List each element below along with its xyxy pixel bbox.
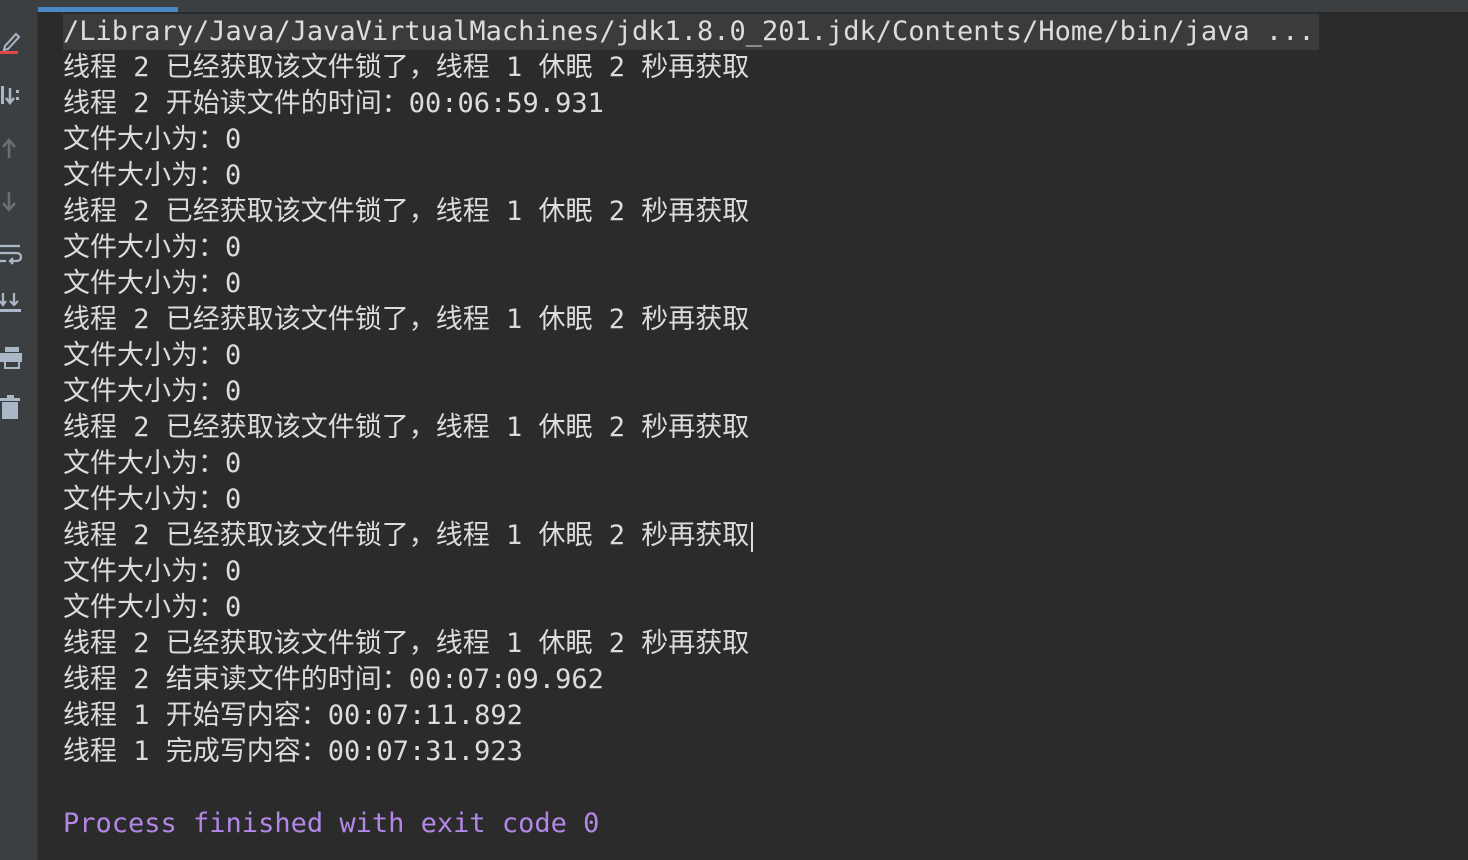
console-line: 文件大小为：0: [63, 340, 242, 371]
console-line: 线程 2 开始读文件的时间：00:06:59.931: [63, 88, 604, 119]
console-line: 线程 2 已经获取该文件锁了，线程 1 休眠 2 秒再获取: [63, 412, 750, 443]
console-line: 文件大小为：0: [63, 160, 242, 191]
console-line: 文件大小为：0: [63, 448, 242, 479]
console-line: 文件大小为：0: [63, 124, 242, 155]
console-line: 线程 2 已经获取该文件锁了，线程 1 休眠 2 秒再获取: [63, 304, 750, 335]
run-console-window: /Library/Java/JavaVirtualMachines/jdk1.8…: [0, 0, 1468, 860]
trash-icon[interactable]: [0, 394, 22, 420]
console-line: 线程 2 已经获取该文件锁了，线程 1 休眠 2 秒再获取: [63, 628, 750, 659]
console-line: 线程 2 已经获取该文件锁了，线程 1 休眠 2 秒再获取: [63, 196, 750, 227]
print-icon[interactable]: [0, 344, 22, 370]
console-line: 文件大小为：0: [63, 484, 242, 515]
console-line: 文件大小为：0: [63, 592, 242, 623]
tool-window-header: [0, 0, 1468, 12]
edit-icon[interactable]: [0, 28, 22, 54]
console-line: 线程 1 开始写内容：00:07:11.892: [63, 700, 523, 731]
console-output[interactable]: /Library/Java/JavaVirtualMachines/jdk1.8…: [38, 12, 1468, 860]
console-line: 线程 1 完成写内容：00:07:31.923: [63, 736, 523, 767]
process-finished-message: Process finished with exit code 0: [63, 808, 600, 839]
console-line: 线程 2 已经获取该文件锁了，线程 1 休眠 2 秒再获取: [63, 52, 750, 83]
console-line: 文件大小为：0: [63, 232, 242, 263]
scroll-to-end-icon[interactable]: [0, 82, 22, 108]
console-line-text: 线程 2 已经获取该文件锁了，线程 1 休眠 2 秒再获取: [63, 520, 750, 551]
arrow-down-icon[interactable]: [0, 188, 22, 214]
console-line: 文件大小为：0: [63, 556, 242, 587]
console-line: 线程 2 结束读文件的时间：00:07:09.962: [63, 664, 604, 695]
scroll-down-icon[interactable]: [0, 290, 22, 316]
command-line: /Library/Java/JavaVirtualMachines/jdk1.8…: [63, 14, 1319, 50]
console-toolbar: [0, 12, 38, 860]
text-caret: [751, 521, 754, 552]
console-line: 文件大小为：0: [63, 268, 242, 299]
arrow-up-icon[interactable]: [0, 136, 22, 162]
soft-wrap-icon[interactable]: [0, 240, 22, 266]
console-line-with-caret: 线程 2 已经获取该文件锁了，线程 1 休眠 2 秒再获取: [63, 518, 754, 554]
console-line: 文件大小为：0: [63, 376, 242, 407]
